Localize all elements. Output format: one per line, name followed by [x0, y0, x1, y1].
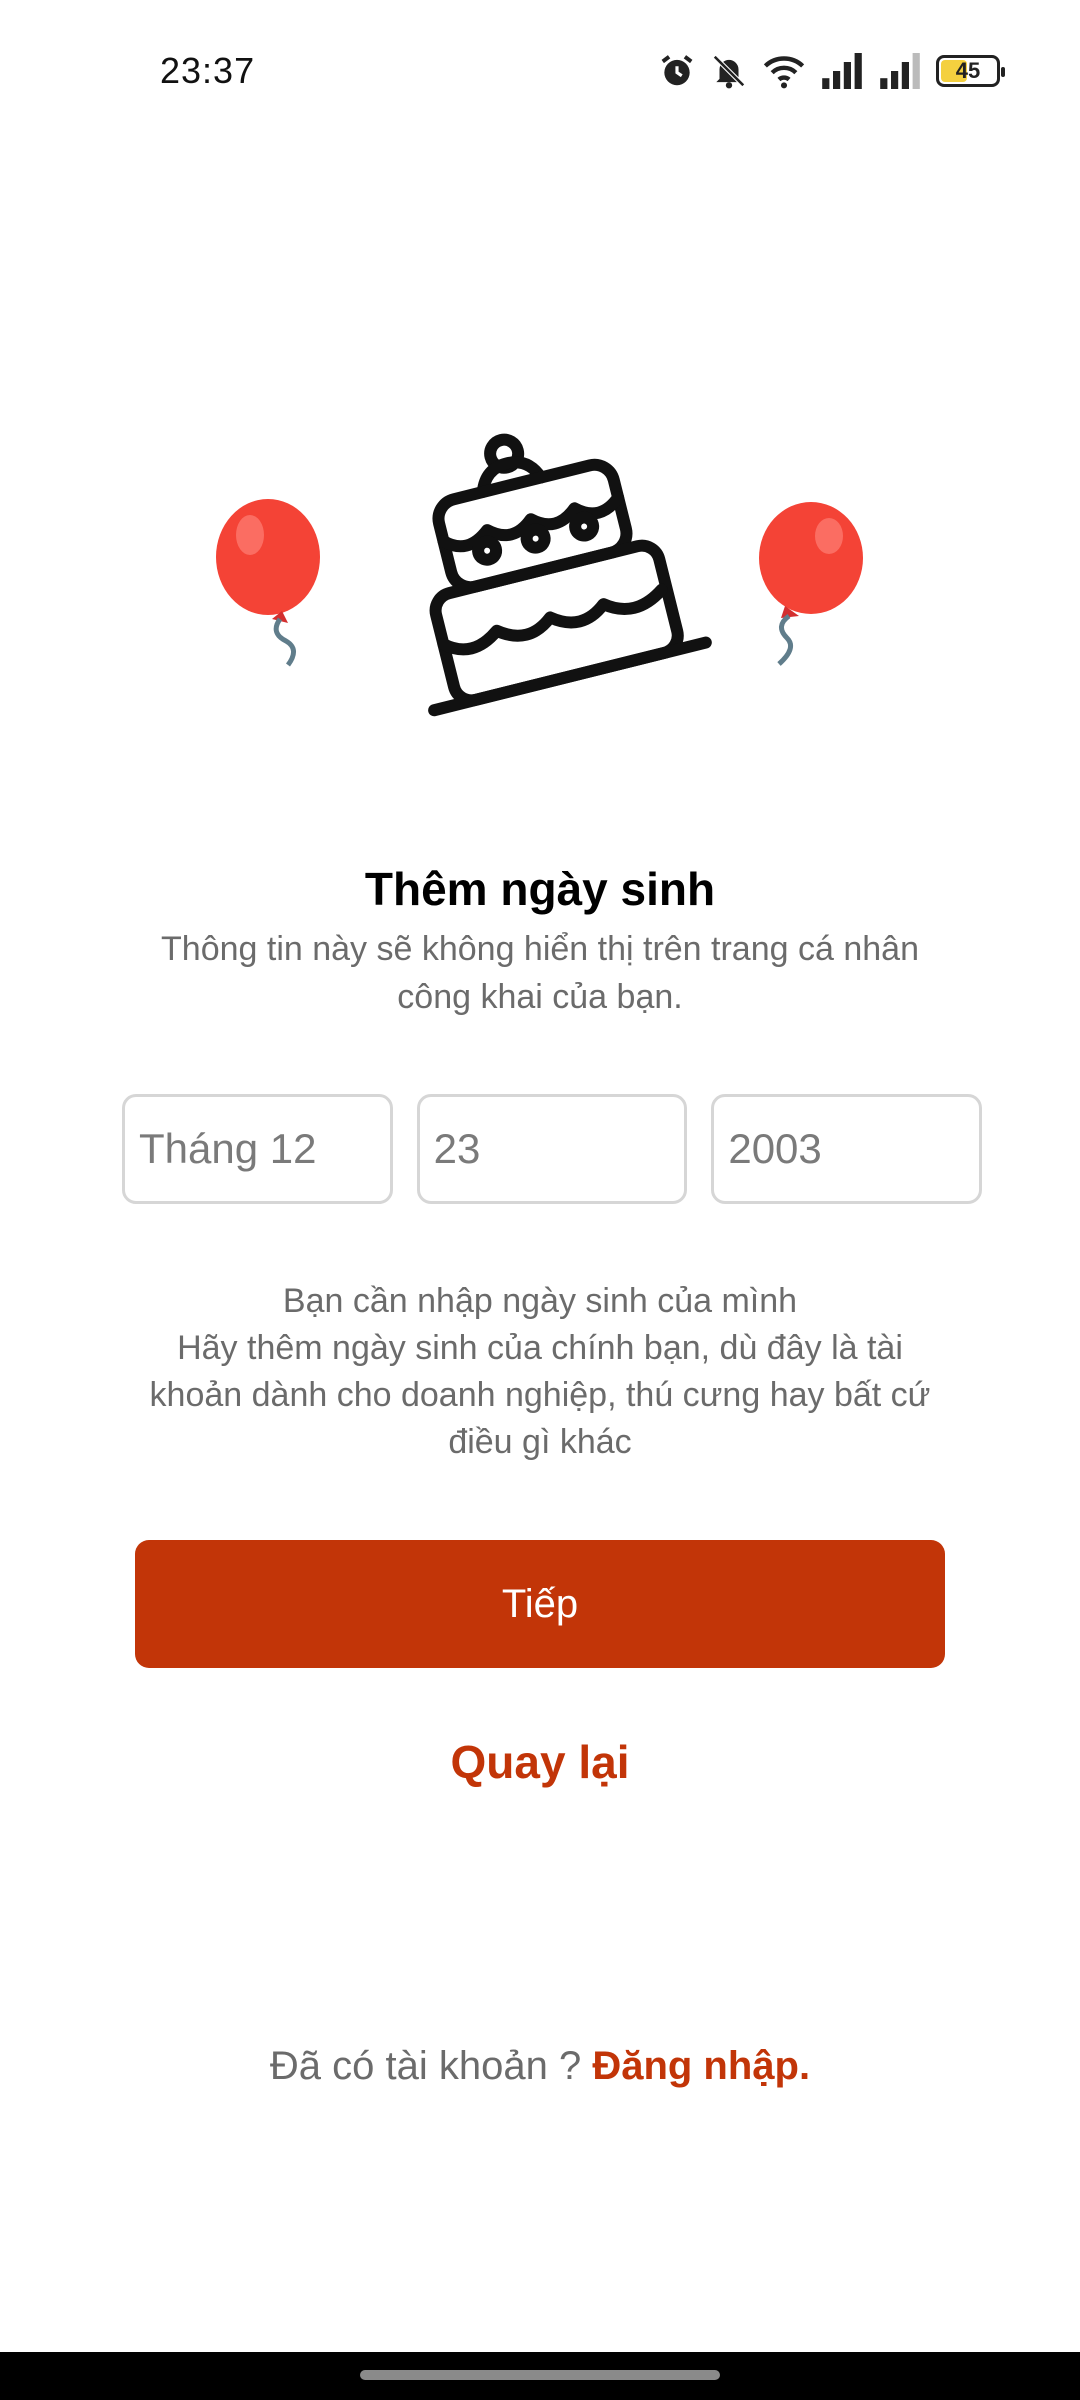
login-prompt-text: Đã có tài khoản ?	[269, 2044, 593, 2088]
next-button[interactable]: Tiếp	[135, 1540, 945, 1668]
year-field[interactable]: 2003	[711, 1094, 983, 1204]
day-field[interactable]: 23	[416, 1094, 688, 1204]
balloon-icon	[745, 500, 875, 685]
status-icons: 45	[658, 50, 1005, 92]
page-subtitle: Thông tin này sẽ không hiển thị trên tra…	[161, 930, 919, 1016]
birthday-helper-text: Bạn cần nhập ngày sinh của mình Hãy thêm…	[130, 1278, 950, 1466]
birthday-illustration	[0, 400, 1080, 730]
balloon-icon	[200, 495, 330, 680]
battery-icon: 45	[936, 55, 1005, 87]
status-bar: 23:37 45	[0, 0, 1080, 140]
helper-line-2: Hãy thêm ngày sinh của chính bạn, dù đây…	[149, 1329, 931, 1461]
alarm-icon	[658, 52, 696, 90]
login-prompt: Đã có tài khoản ? Đăng nhập.	[0, 2044, 1080, 2089]
home-gesture-handle[interactable]	[360, 2370, 720, 2380]
birthday-date-picker: Tháng 12 23 2003	[122, 1094, 983, 1204]
login-link[interactable]: Đăng nhập.	[592, 2044, 810, 2088]
page-title: Thêm ngày sinh	[364, 863, 716, 915]
month-field[interactable]: Tháng 12	[122, 1094, 393, 1204]
status-time: 23:37	[160, 50, 256, 91]
signal-icon	[820, 53, 864, 89]
bell-off-icon	[710, 52, 748, 90]
signal-icon	[878, 53, 922, 89]
wifi-icon	[762, 52, 806, 90]
helper-line-1: Bạn cần nhập ngày sinh của mình	[282, 1282, 798, 1320]
system-nav-bar	[0, 2352, 1080, 2400]
cake-icon	[395, 415, 715, 730]
back-button[interactable]: Quay lại	[0, 1735, 1080, 1789]
battery-level: 45	[955, 58, 981, 83]
